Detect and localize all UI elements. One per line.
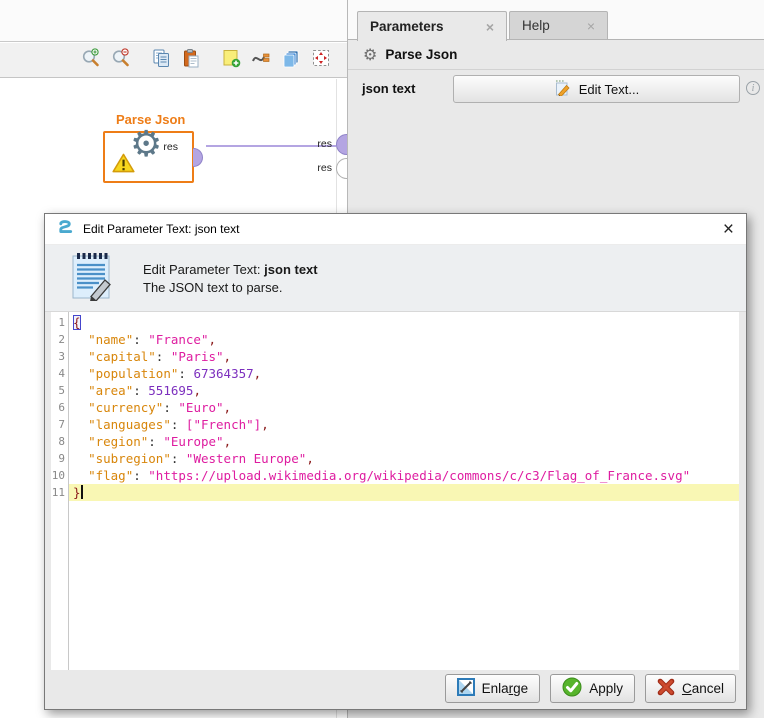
- tab-strip: [348, 0, 764, 11]
- warning-icon: [112, 153, 135, 178]
- dialog-header-param-name: json text: [264, 262, 317, 277]
- line-number: 10: [51, 467, 65, 484]
- edit-text-button[interactable]: Edit Text...: [453, 75, 740, 103]
- cancel-button-label: Cancel: [682, 681, 724, 696]
- dialog-header: Edit Parameter Text: json text The JSON …: [45, 245, 746, 312]
- code-line[interactable]: }: [69, 484, 739, 501]
- line-number: 1: [51, 314, 65, 331]
- line-number: 4: [51, 365, 65, 382]
- gear-icon: ⚙: [363, 47, 377, 63]
- rewire-icon: [251, 48, 271, 73]
- line-number: 3: [51, 348, 65, 365]
- result-port-empty[interactable]: [336, 158, 347, 179]
- dialog-header-text: Edit Parameter Text: json text The JSON …: [143, 262, 318, 295]
- tab-parameters-label: Parameters: [370, 19, 444, 34]
- line-number: 6: [51, 399, 65, 416]
- panel-operator-title: Parse Json: [385, 47, 457, 62]
- dialog-titlebar[interactable]: Edit Parameter Text: json text ×: [45, 214, 746, 245]
- code-area[interactable]: { "name": "France", "capital": "Paris", …: [69, 312, 739, 670]
- tab-bar: Parameters × Help ×: [348, 11, 764, 40]
- operator-out-port-label: res: [163, 141, 178, 153]
- code-line[interactable]: "currency": "Euro",: [69, 399, 739, 416]
- code-line[interactable]: "region": "Europe",: [69, 433, 739, 450]
- add-note-button[interactable]: [220, 50, 241, 71]
- code-line[interactable]: {: [69, 314, 739, 331]
- apply-button-label: Apply: [589, 681, 623, 696]
- rewire-button[interactable]: [250, 50, 271, 71]
- line-number: 2: [51, 331, 65, 348]
- zoom-in-icon: [81, 48, 101, 73]
- edit-pencil-icon: [554, 80, 571, 99]
- dialog-footer: Enlarge Apply Cancel: [45, 668, 746, 709]
- edit-text-button-label: Edit Text...: [579, 82, 639, 97]
- zoom-in-button[interactable]: [80, 50, 101, 71]
- process-toolbar: [0, 43, 347, 78]
- text-caret: [81, 485, 83, 499]
- code-line[interactable]: "capital": "Paris",: [69, 348, 739, 365]
- apply-button[interactable]: Apply: [550, 674, 635, 703]
- enlarge-icon: [457, 678, 475, 699]
- notepad-icon: [69, 251, 115, 306]
- close-icon[interactable]: ×: [723, 220, 734, 239]
- operator-parse-json[interactable]: ⚙ res: [103, 131, 194, 183]
- code-line[interactable]: "area": 551695,: [69, 382, 739, 399]
- cancel-button[interactable]: Cancel: [645, 674, 736, 703]
- code-line[interactable]: "population": 67364357,: [69, 365, 739, 382]
- process-panel-header: [0, 0, 347, 42]
- copy-icon: [151, 48, 171, 73]
- copy-button[interactable]: [150, 50, 171, 71]
- code-line[interactable]: "flag": "https://upload.wikimedia.org/wi…: [69, 467, 739, 484]
- result-port-label: res: [312, 162, 332, 174]
- gutter: 1234567891011: [51, 312, 69, 670]
- operator-out-port[interactable]: [193, 148, 203, 167]
- line-number: 8: [51, 433, 65, 450]
- code-line[interactable]: "name": "France",: [69, 331, 739, 348]
- param-json-text-label: json text: [362, 81, 415, 96]
- enlarge-button-label: Enlarge: [482, 681, 529, 696]
- zoom-out-button[interactable]: [110, 50, 131, 71]
- tab-help-label: Help: [522, 18, 550, 33]
- dialog-title: Edit Parameter Text: json text: [83, 222, 240, 236]
- line-number: 9: [51, 450, 65, 467]
- line-number: 7: [51, 416, 65, 433]
- line-number: 11: [51, 484, 65, 501]
- apply-icon: [562, 677, 582, 700]
- zoom-out-icon: [111, 48, 131, 73]
- info-icon[interactable]: i: [746, 81, 760, 95]
- paste-icon: [181, 48, 201, 73]
- close-icon[interactable]: ×: [579, 19, 595, 33]
- arrange-operators-icon: [281, 48, 301, 73]
- result-port-connected[interactable]: [336, 134, 347, 155]
- fit-to-view-button[interactable]: [310, 50, 331, 71]
- fit-to-view-icon: [311, 48, 331, 73]
- code-line[interactable]: "subregion": "Western Europe",: [69, 450, 739, 467]
- enlarge-button[interactable]: Enlarge: [445, 674, 541, 703]
- tab-help[interactable]: Help ×: [509, 11, 608, 40]
- add-note-icon: [221, 48, 241, 73]
- dialog-header-subtitle: The JSON text to parse.: [143, 280, 318, 295]
- panel-operator-header: ⚙ Parse Json: [348, 40, 764, 70]
- tab-parameters[interactable]: Parameters ×: [357, 11, 507, 41]
- app-root: Parse Json ⚙ res res res Parameters × He…: [0, 0, 764, 718]
- paste-button[interactable]: [180, 50, 201, 71]
- arrange-operators-button[interactable]: [280, 50, 301, 71]
- line-number: 5: [51, 382, 65, 399]
- cancel-icon: [657, 678, 675, 699]
- rapidminer-logo-icon: [57, 219, 74, 240]
- result-port-label: res: [312, 138, 332, 150]
- json-text-editor[interactable]: 1234567891011 { "name": "France", "capit…: [51, 312, 739, 670]
- dialog-header-title: Edit Parameter Text: json text: [143, 262, 318, 277]
- code-line[interactable]: "languages": ["French"],: [69, 416, 739, 433]
- close-icon[interactable]: ×: [478, 20, 494, 34]
- edit-parameter-text-dialog: Edit Parameter Text: json text × Edit Pa…: [44, 213, 747, 710]
